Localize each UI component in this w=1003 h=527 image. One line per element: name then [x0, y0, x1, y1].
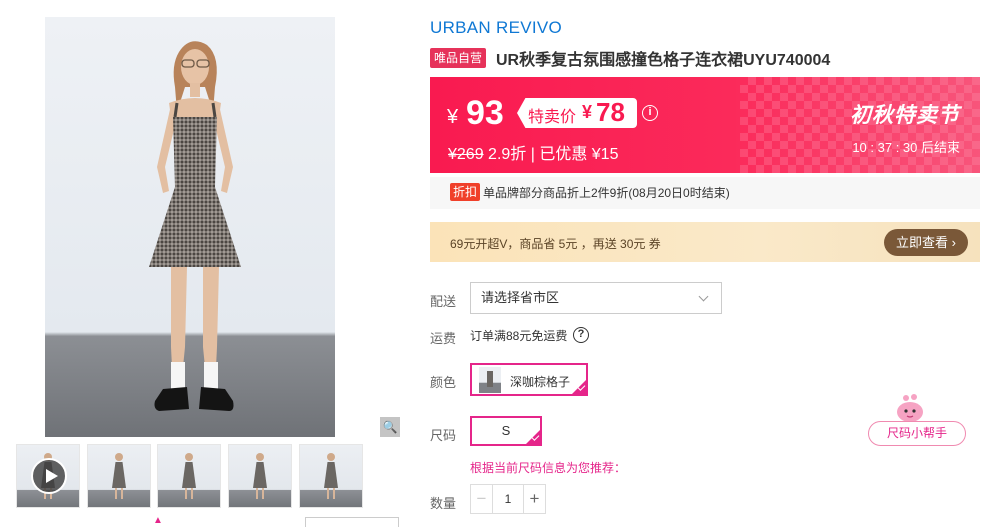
- decrease-button[interactable]: −: [471, 485, 493, 513]
- brand-link[interactable]: URBAN REVIVO: [430, 18, 562, 38]
- model-figure: [149, 41, 241, 411]
- check-icon: [572, 380, 586, 394]
- color-swatch-image: [479, 367, 501, 393]
- quantity-label: 数量: [430, 496, 457, 511]
- quantity-stepper: − 1 +: [470, 484, 546, 514]
- festival-title: 初秋特卖节: [850, 104, 960, 127]
- partial-box: [305, 517, 399, 527]
- view-now-label: 立即查看: [896, 235, 949, 250]
- mascot-icon: [897, 394, 923, 422]
- help-icon[interactable]: ?: [573, 327, 589, 343]
- size-label: 尺码: [430, 428, 457, 443]
- svip-text: 69元开超V，商品省 5元 ，再送 30元 券: [450, 237, 661, 251]
- chevron-down-icon: [698, 291, 709, 302]
- promo-text: 单品牌部分商品折上2件9折(08月20日0时结束): [483, 186, 730, 200]
- countdown-timer: 10 : 37 : 30 后结束: [852, 140, 960, 155]
- size-option-selected[interactable]: S: [470, 416, 542, 446]
- special-price-currency: ¥: [582, 102, 593, 122]
- thumbnail-image[interactable]: [228, 444, 292, 508]
- delivery-label: 配送: [430, 294, 457, 309]
- size-option-label: S: [501, 423, 511, 438]
- discount-info: 2.9折 | 已优惠 ¥15: [483, 146, 619, 163]
- chevron-right-icon: ›: [951, 235, 956, 250]
- shipping-label: 运费: [430, 331, 457, 346]
- size-recommendation: 根据当前尺码信息为您推荐：: [470, 461, 627, 475]
- shipping-value: 订单满88元免运费: [470, 329, 568, 343]
- play-icon[interactable]: [31, 458, 67, 494]
- original-price-row: ¥269 2.9折 | 已优惠 ¥15: [448, 140, 618, 164]
- thumbnail-image[interactable]: [299, 444, 363, 508]
- color-option-selected[interactable]: 深咖棕格子: [470, 363, 588, 396]
- decor-mark: ▲: [153, 515, 163, 526]
- thumbnail-image[interactable]: [87, 444, 151, 508]
- discount-badge: 折扣: [450, 183, 481, 201]
- region-select[interactable]: 请选择省市区: [470, 282, 722, 314]
- zoom-search-icon[interactable]: 🔍: [380, 417, 400, 437]
- original-price: ¥269: [448, 146, 484, 163]
- product-title: UR秋季复古氛围感撞色格子连衣裙UYU740004: [496, 52, 831, 69]
- increase-button[interactable]: +: [523, 485, 545, 513]
- price-banner: ¥ 93 特卖价 ¥ 78 i ¥269 2.9折 | 已优惠 ¥15 初秋特卖…: [430, 77, 980, 173]
- special-price-label: 特卖价: [528, 109, 577, 126]
- quantity-value[interactable]: 1: [493, 485, 523, 513]
- thumbnail-image[interactable]: [157, 444, 221, 508]
- currency-symbol: ¥: [447, 106, 459, 128]
- check-icon: [526, 430, 540, 444]
- region-value: 请选择省市区: [481, 290, 560, 305]
- main-product-image[interactable]: [45, 17, 335, 437]
- color-label: 颜色: [430, 375, 457, 390]
- color-option-label: 深咖棕格子: [510, 375, 571, 389]
- current-price: 93: [466, 94, 504, 132]
- special-price-value: 78: [596, 97, 625, 127]
- info-icon[interactable]: i: [642, 105, 658, 121]
- size-helper-button[interactable]: 尺码小帮手: [868, 421, 966, 446]
- view-now-button[interactable]: 立即查看 ›: [884, 229, 968, 256]
- thumbnail-video[interactable]: [16, 444, 80, 508]
- self-operated-badge: 唯品自营: [430, 48, 487, 68]
